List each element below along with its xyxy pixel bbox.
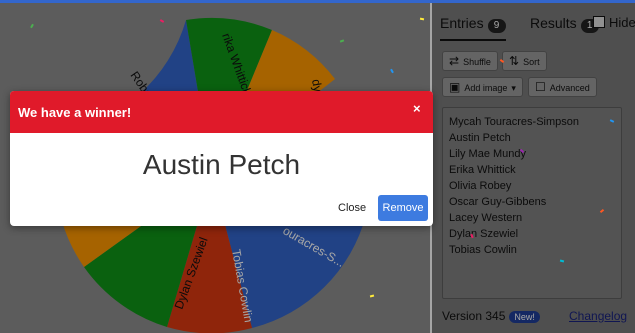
remove-button[interactable]: Remove [378, 195, 428, 221]
close-button[interactable]: Close [338, 202, 366, 214]
winner-dialog-header: We have a winner! × [10, 91, 433, 133]
winner-name: Austin Petch [142, 149, 301, 180]
winner-dialog-title: We have a winner! [18, 105, 132, 120]
close-icon[interactable]: × [413, 101, 421, 116]
winner-dialog: We have a winner! × Austin Petch Close R… [10, 91, 433, 226]
confetti-piece [419, 17, 425, 21]
